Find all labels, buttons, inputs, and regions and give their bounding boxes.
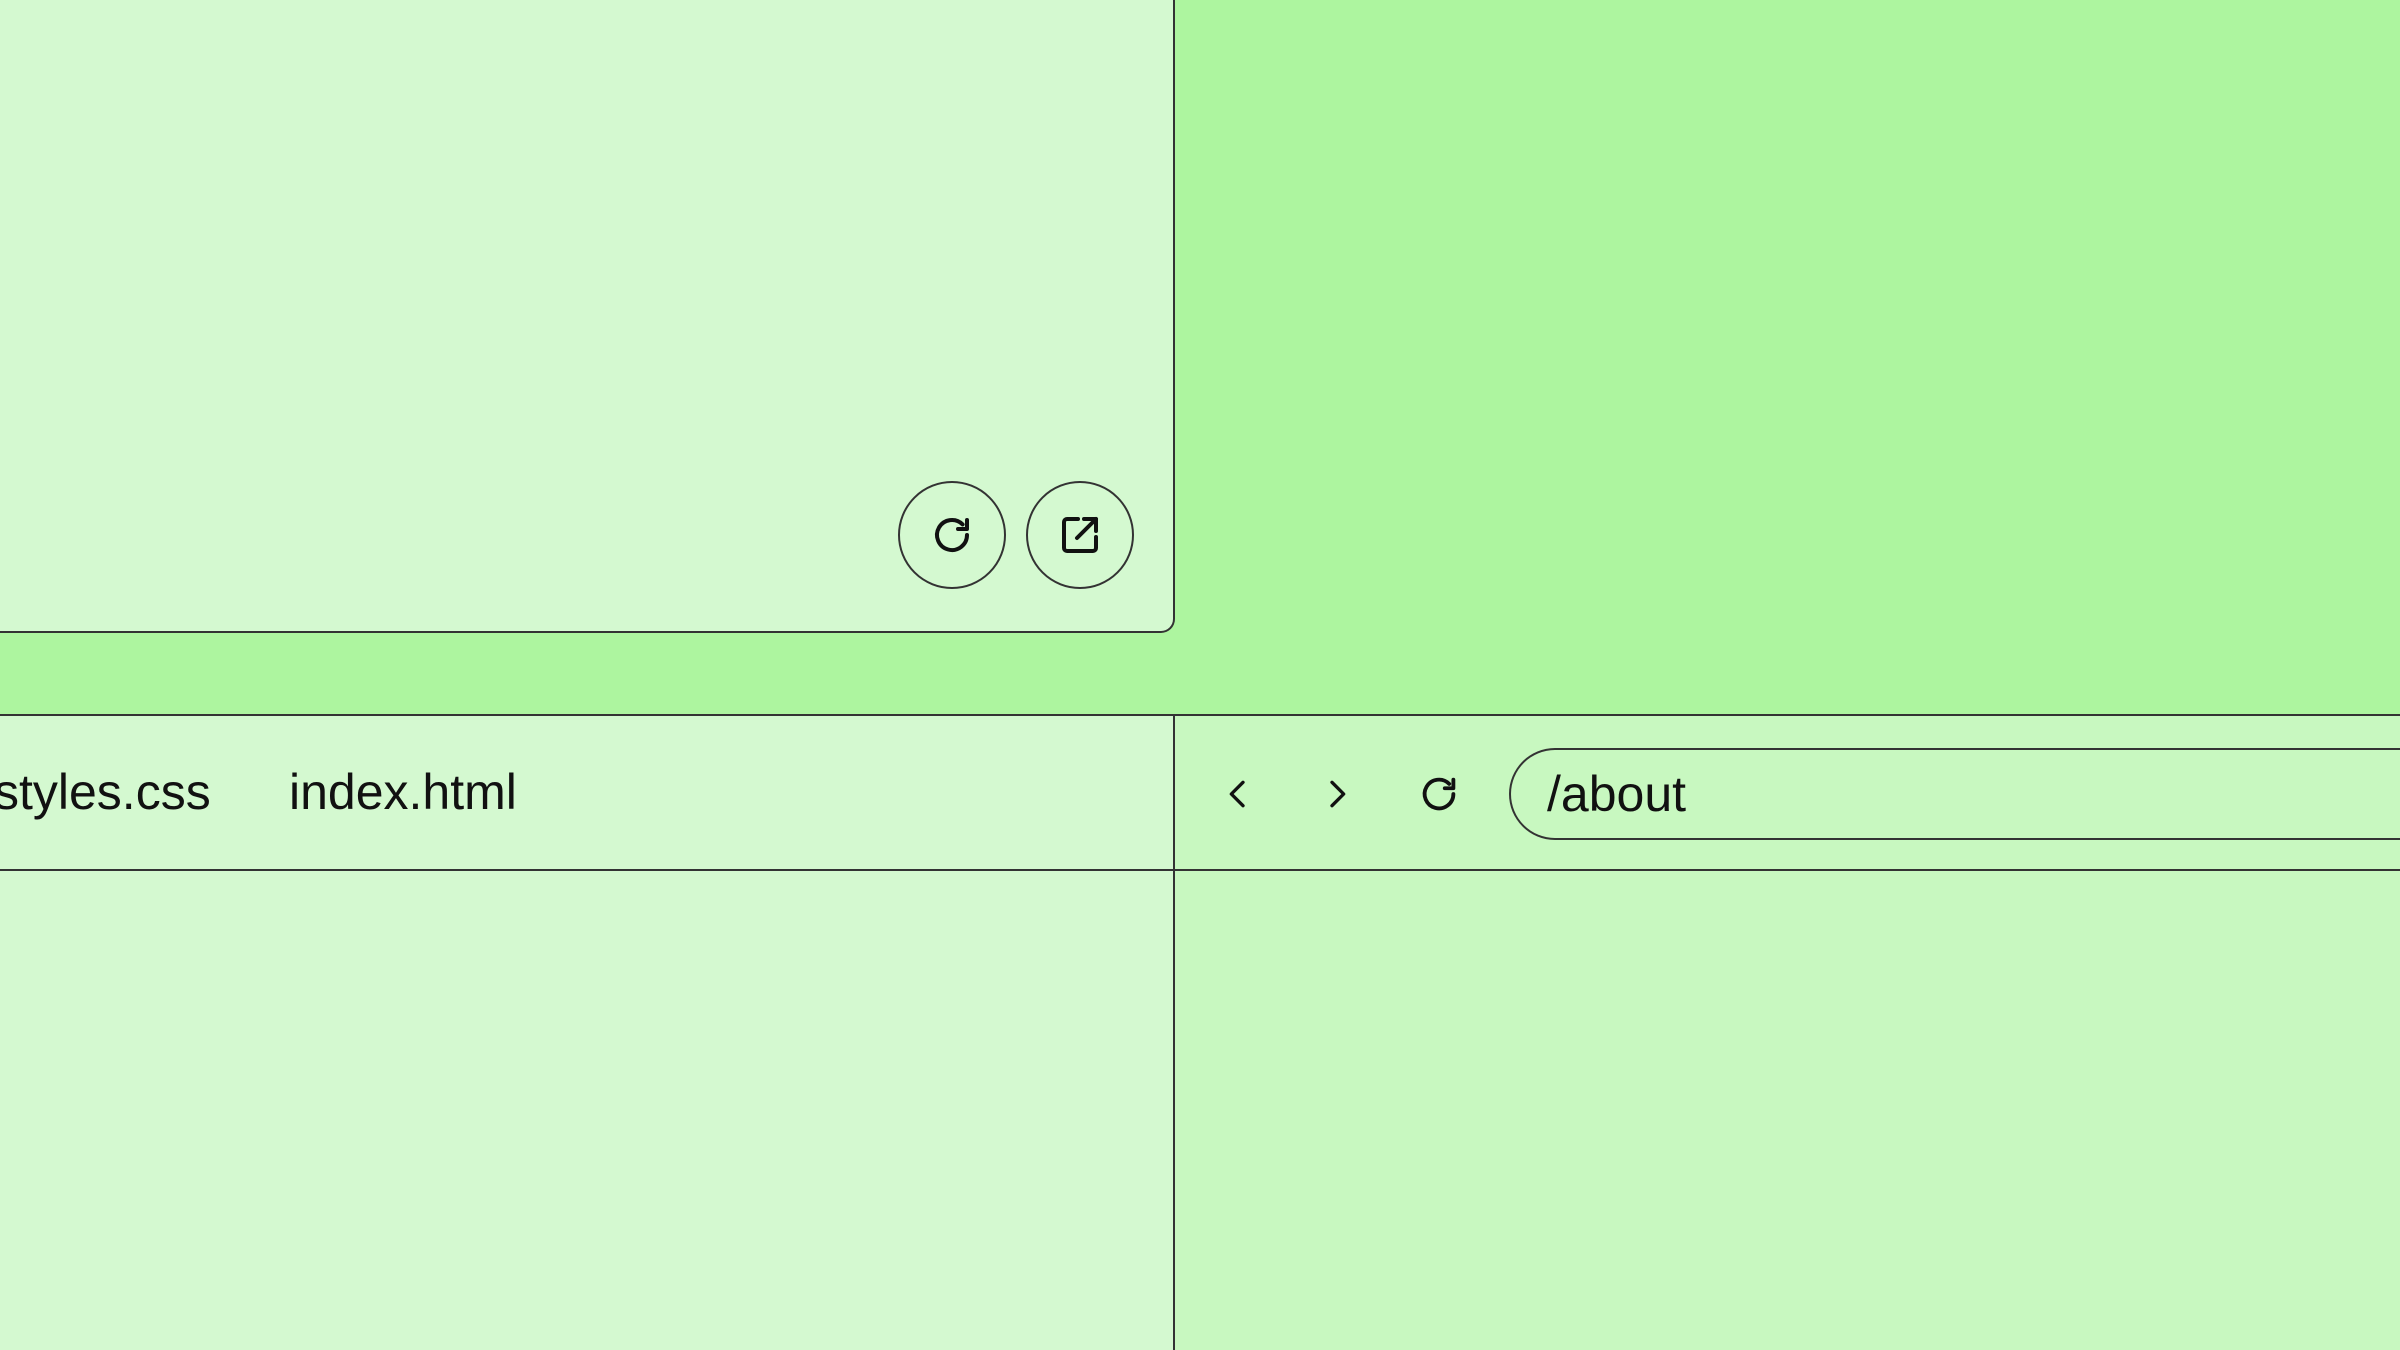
external-link-icon	[1056, 511, 1104, 559]
editor-tab-bar: styles.css index.html	[0, 716, 1173, 871]
browser-pane: /about	[1175, 716, 2400, 1350]
editor-pane: styles.css index.html	[0, 716, 1175, 1350]
tab-styles-css[interactable]: styles.css	[0, 754, 211, 830]
back-button[interactable]	[1200, 756, 1276, 832]
refresh-button[interactable]	[898, 481, 1006, 589]
forward-button[interactable]	[1299, 756, 1375, 832]
tab-index-html[interactable]: index.html	[289, 754, 517, 830]
refresh-icon	[928, 511, 976, 559]
chevron-right-icon	[1317, 774, 1357, 814]
workspace: styles.css index.html /about	[0, 714, 2400, 1350]
refresh-icon	[1416, 771, 1462, 817]
open-external-button[interactable]	[1026, 481, 1134, 589]
chevron-left-icon	[1218, 774, 1258, 814]
browser-toolbar: /about	[1175, 716, 2400, 871]
preview-card	[0, 0, 1175, 633]
reload-button[interactable]	[1401, 756, 1477, 832]
url-input[interactable]: /about	[1509, 748, 2400, 840]
url-text: /about	[1547, 766, 1687, 822]
